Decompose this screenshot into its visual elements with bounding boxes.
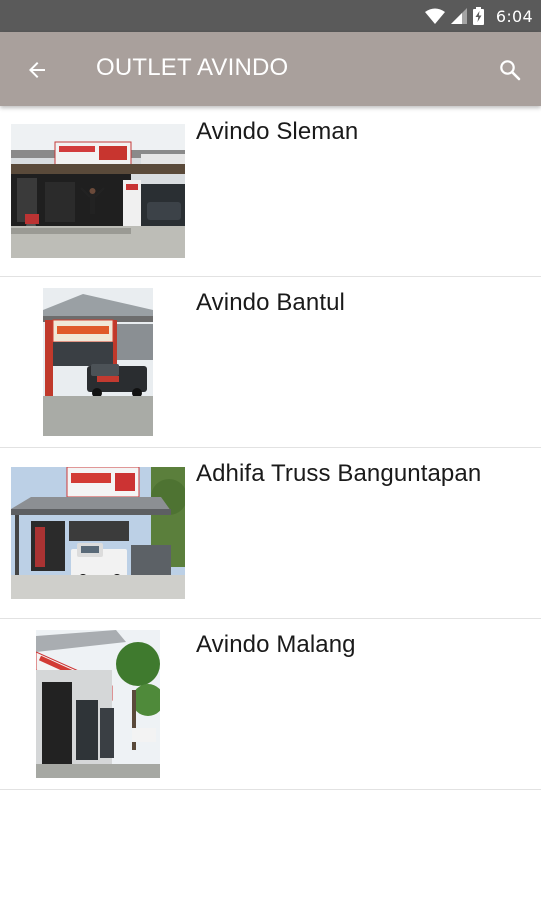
search-icon [498, 58, 522, 82]
search-button[interactable] [493, 53, 527, 87]
list-item[interactable]: Avindo Bantul [0, 277, 541, 448]
back-button[interactable] [20, 53, 54, 87]
outlet-photo [0, 448, 196, 618]
app-bar: OUTLET AVINDO [0, 32, 541, 106]
outlet-name: Avindo Sleman [196, 118, 359, 145]
outlet-name: Adhifa Truss Banguntapan [196, 460, 482, 487]
outlet-name: Avindo Bantul [196, 289, 345, 316]
page-title: OUTLET AVINDO [96, 54, 289, 81]
battery-charging-icon [472, 7, 484, 25]
outlet-list: Avindo Sleman Avindo Bantul Adhifa Truss… [0, 106, 541, 790]
list-item[interactable]: Avindo Sleman [0, 106, 541, 277]
outlet-photo [0, 619, 196, 789]
list-item[interactable]: Avindo Malang [0, 619, 541, 790]
cellular-signal-icon [450, 8, 467, 24]
status-bar: 6:04 [0, 0, 541, 32]
list-item[interactable]: Adhifa Truss Banguntapan [0, 448, 541, 619]
status-time: 6:04 [495, 6, 533, 26]
outlet-photo [0, 106, 196, 276]
outlet-name: Avindo Malang [196, 631, 356, 658]
outlet-photo [0, 277, 196, 447]
wifi-icon [424, 8, 445, 24]
arrow-left-icon [25, 58, 49, 82]
